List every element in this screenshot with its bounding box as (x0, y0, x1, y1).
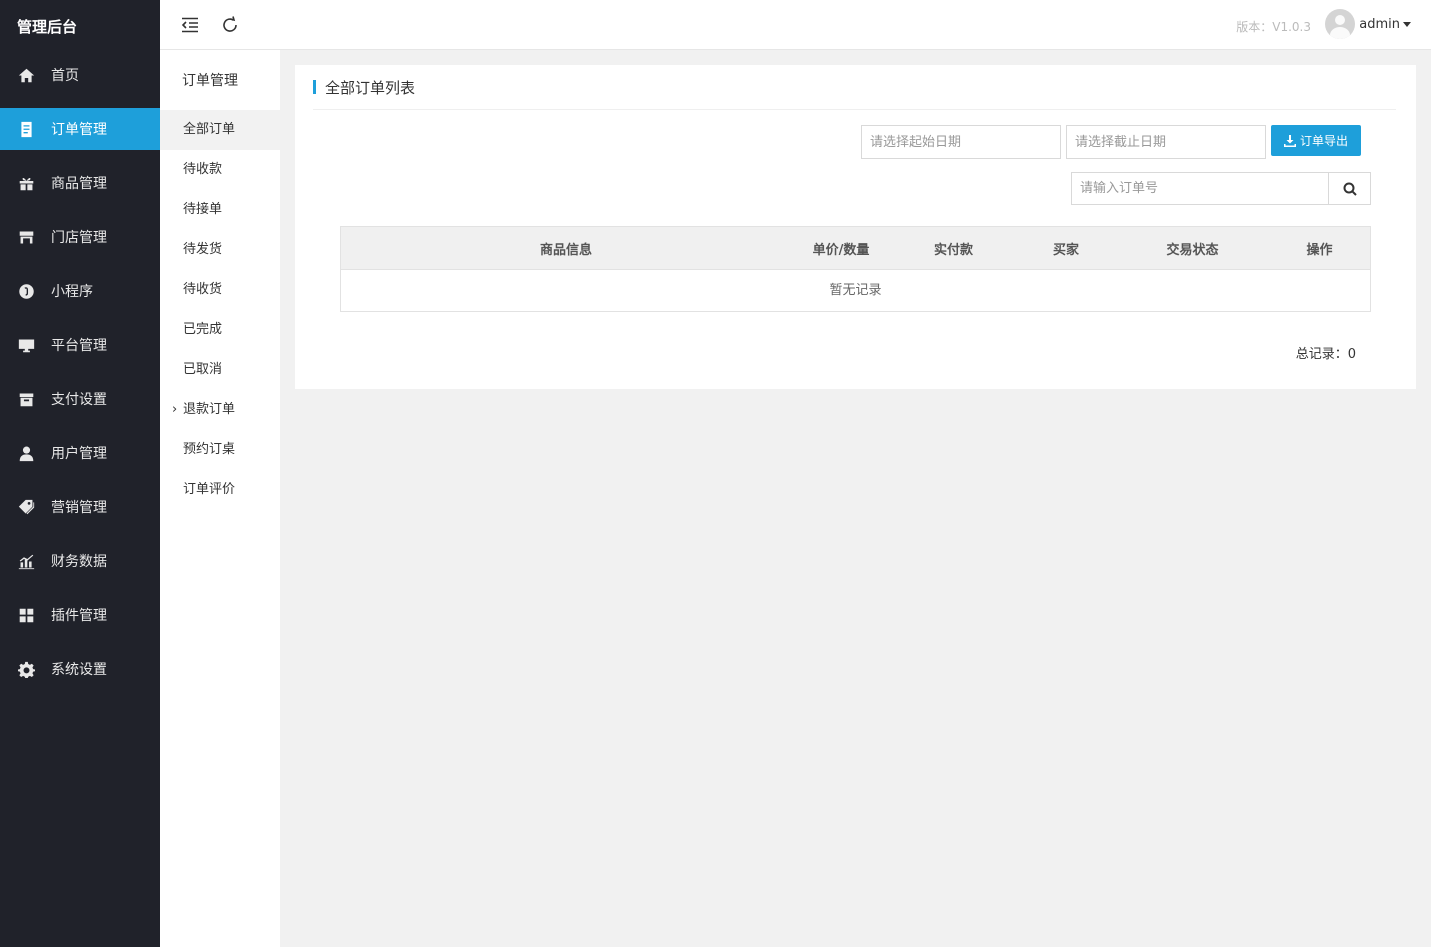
sidebar-item-label: 财务数据 (51, 554, 107, 570)
monitor-icon (17, 336, 35, 354)
sidebar-item-label: 用户管理 (51, 446, 107, 462)
divider (313, 109, 1396, 110)
puzzle-icon (17, 606, 35, 624)
order-search (1071, 172, 1371, 205)
sidebar-item-stores[interactable]: 门店管理 (0, 216, 160, 258)
title-accent-bar (313, 80, 316, 94)
submenu-item-pending-accept[interactable]: 待接单 (160, 190, 280, 230)
gift-icon (17, 174, 35, 192)
avatar (1325, 9, 1356, 39)
search-button[interactable] (1329, 172, 1371, 205)
submenu-item-table-booking[interactable]: 预约订桌 (160, 430, 280, 470)
column-header: 交易状态 (1166, 242, 1219, 258)
sub-menu: 订单管理 全部订单 待收款 待接单 待发货 待收货 已完成 已取消 › 退款订单… (160, 0, 280, 947)
submenu-item-cancelled[interactable]: 已取消 (160, 350, 280, 390)
sidebar-item-label: 营销管理 (51, 500, 107, 516)
sidebar-item-label: 插件管理 (51, 608, 107, 624)
sidebar-item-orders[interactable]: 订单管理 (0, 108, 160, 150)
page-title: 全部订单列表 (325, 78, 416, 97)
sidebar-item-label: 系统设置 (51, 662, 107, 678)
refresh-icon (223, 16, 237, 32)
submenu-item-refund-orders[interactable]: › 退款订单 (160, 390, 280, 430)
store-icon (17, 228, 35, 246)
export-button-label: 订单导出 (1299, 134, 1348, 148)
sidebar-item-miniprogram[interactable]: 小程序 (0, 270, 160, 312)
caret-down-icon (1403, 21, 1411, 27)
column-header: 商品信息 (539, 242, 592, 258)
orders-table: 商品信息 单价/数量 实付款 买家 交易状态 操作 暂无记录 (340, 226, 1371, 312)
submenu-item-order-reviews[interactable]: 订单评价 (160, 470, 280, 510)
column-header: 单价/数量 (812, 242, 870, 258)
sidebar-item-platform[interactable]: 平台管理 (0, 324, 160, 366)
sidebar-item-marketing[interactable]: 营销管理 (0, 486, 160, 528)
chart-icon (17, 552, 35, 570)
submenu-item-pending-payment[interactable]: 待收款 (160, 150, 280, 190)
search-icon (1343, 182, 1357, 196)
sidebar-item-label: 订单管理 (51, 122, 107, 138)
column-header: 买家 (1052, 242, 1079, 258)
gear-icon (17, 660, 35, 678)
user-menu[interactable]: admin (1325, 8, 1411, 40)
miniprogram-icon (17, 282, 35, 300)
sidebar-item-home[interactable]: 首页 (0, 54, 160, 96)
top-header: 版本：V1.0.3 admin (160, 0, 1431, 50)
start-date-input[interactable] (861, 125, 1061, 159)
submenu-title: 订单管理 (182, 73, 238, 89)
sidebar-item-users[interactable]: 用户管理 (0, 432, 160, 474)
document-icon (17, 120, 35, 138)
collapse-menu-button[interactable] (179, 14, 201, 36)
sidebar-item-label: 商品管理 (51, 176, 107, 192)
archive-icon (17, 390, 35, 408)
main-sidebar: 管理后台 首页 订单管理 商品管理 门店管理 小程序 平台管理 支付设置 用户管… (0, 0, 160, 947)
user-icon (17, 444, 35, 462)
total-records: 总记录：0 (1295, 347, 1356, 362)
submenu-list: 全部订单 待收款 待接单 待发货 待收货 已完成 已取消 › 退款订单 预约订桌… (160, 110, 280, 510)
sidebar-item-label: 平台管理 (51, 338, 107, 354)
card-title: 全部订单列表 (313, 78, 416, 97)
sidebar-item-label: 门店管理 (51, 230, 107, 246)
sidebar-item-label: 首页 (51, 68, 79, 84)
indent-icon (181, 17, 198, 33)
sidebar-item-products[interactable]: 商品管理 (0, 162, 160, 204)
username: admin (1359, 16, 1400, 32)
table-header: 商品信息 单价/数量 实付款 买家 交易状态 操作 (341, 227, 1370, 270)
sidebar-item-settings[interactable]: 系统设置 (0, 648, 160, 690)
order-list-card: 全部订单列表 订单导出 商品信息 单价/数量 实付款 买家 交易状态 操作 暂无… (295, 65, 1416, 389)
tags-icon (17, 498, 35, 516)
chevron-right-icon: › (172, 402, 178, 417)
sidebar-item-finance[interactable]: 财务数据 (0, 540, 160, 582)
order-number-input[interactable] (1071, 172, 1329, 205)
sidebar-item-plugins[interactable]: 插件管理 (0, 594, 160, 636)
sidebar-item-label: 小程序 (51, 284, 93, 300)
sidebar-item-label: 支付设置 (51, 392, 107, 408)
submenu-item-pending-receipt[interactable]: 待收货 (160, 270, 280, 310)
column-header: 实付款 (933, 242, 973, 258)
version-text: 版本：V1.0.3 (1236, 20, 1311, 34)
submenu-item-pending-shipment[interactable]: 待发货 (160, 230, 280, 270)
column-header: 操作 (1306, 242, 1333, 258)
download-icon (1283, 134, 1296, 147)
submenu-item-label: 退款订单 (183, 402, 236, 417)
end-date-input[interactable] (1066, 125, 1266, 159)
home-icon (17, 66, 35, 84)
brand-title: 管理后台 (17, 18, 78, 36)
submenu-item-completed[interactable]: 已完成 (160, 310, 280, 350)
sidebar-item-payment[interactable]: 支付设置 (0, 378, 160, 420)
export-orders-button[interactable]: 订单导出 (1271, 125, 1361, 156)
submenu-item-all-orders[interactable]: 全部订单 (160, 110, 280, 150)
refresh-button[interactable] (219, 14, 241, 36)
empty-state: 暂无记录 (829, 283, 882, 298)
